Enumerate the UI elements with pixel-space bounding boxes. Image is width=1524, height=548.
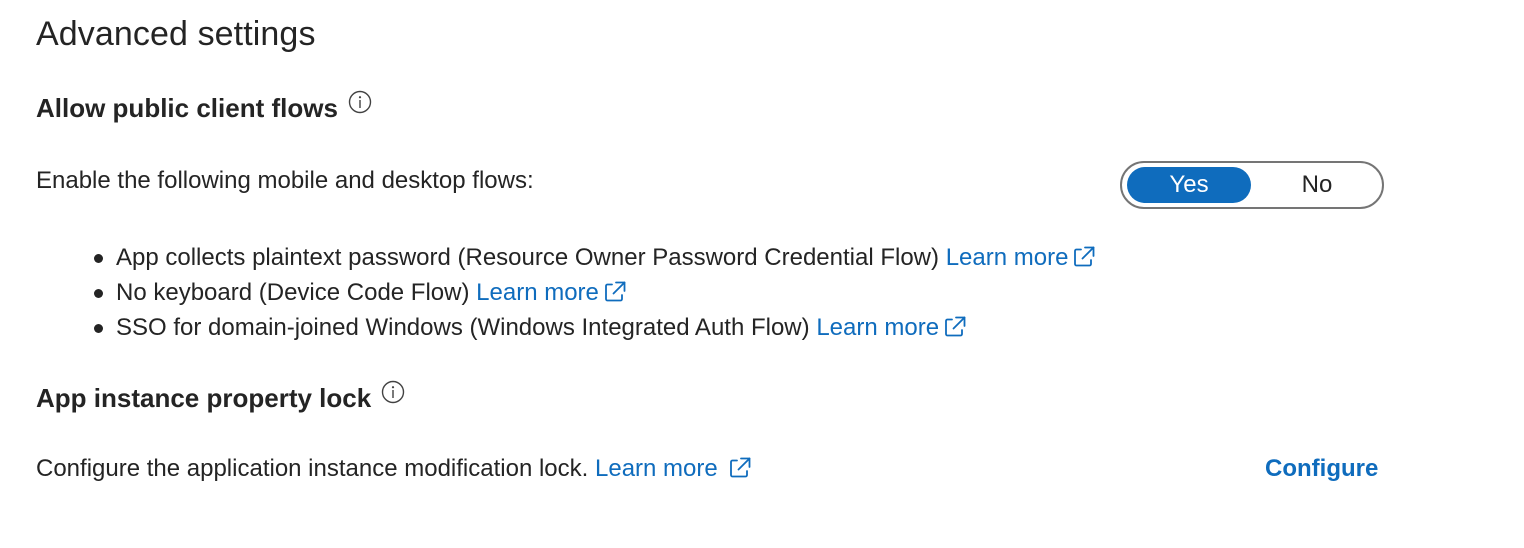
configure-button[interactable]: Configure: [1265, 452, 1378, 486]
external-link-icon: [941, 313, 969, 341]
flows-list: App collects plaintext password (Resourc…: [88, 240, 1098, 345]
page-title: Advanced settings: [36, 15, 316, 53]
public-client-flows-heading: Allow public client flows: [36, 90, 372, 126]
bullet: [94, 289, 103, 298]
list-item-text: No keyboard (Device Code Flow): [116, 279, 470, 306]
external-link-icon: [601, 278, 629, 306]
list-item-text: SSO for domain-joined Windows (Windows I…: [116, 314, 810, 341]
toggle-option-yes[interactable]: Yes: [1127, 167, 1251, 203]
list-item: SSO for domain-joined Windows (Windows I…: [88, 310, 1098, 345]
bullet: [94, 254, 103, 263]
learn-more-link[interactable]: Learn more: [476, 279, 629, 306]
bullet: [94, 324, 103, 333]
learn-more-link[interactable]: Learn more: [595, 455, 754, 482]
learn-more-link[interactable]: Learn more: [946, 244, 1099, 271]
toggle-option-no[interactable]: No: [1255, 167, 1379, 203]
external-link-icon: [1070, 243, 1098, 271]
info-icon[interactable]: [348, 90, 372, 114]
external-link-icon: [726, 454, 754, 482]
list-item-text: App collects plaintext password (Resourc…: [116, 244, 940, 271]
list-item: No keyboard (Device Code Flow) Learn mor…: [88, 275, 1098, 310]
advanced-settings-page: Advanced settings Allow public client fl…: [0, 0, 1524, 548]
list-item: App collects plaintext password (Resourc…: [88, 240, 1098, 275]
public-client-flows-title: Allow public client flows: [36, 93, 338, 123]
flows-description: Enable the following mobile and desktop …: [36, 167, 534, 194]
instance-lock-heading: App instance property lock: [36, 380, 405, 416]
info-icon[interactable]: [381, 380, 405, 404]
public-client-flows-toggle[interactable]: Yes No: [1120, 161, 1384, 209]
learn-more-link[interactable]: Learn more: [816, 314, 969, 341]
instance-lock-title: App instance property lock: [36, 383, 372, 413]
instance-lock-description: Configure the application instance modif…: [36, 455, 589, 482]
instance-lock-description-row: Configure the application instance modif…: [36, 452, 754, 486]
